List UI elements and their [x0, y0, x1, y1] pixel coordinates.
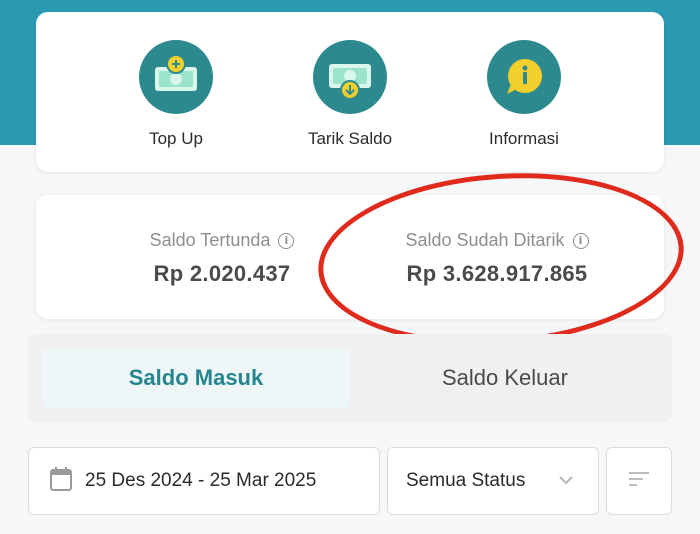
status-filter-value: Semua Status: [406, 470, 526, 491]
sort-icon: [627, 469, 651, 494]
withdraw-button[interactable]: Tarik Saldo: [280, 40, 420, 149]
calendar-icon: [49, 466, 73, 497]
annotation-circle: [312, 161, 690, 357]
date-range-text: 25 Des 2024 - 25 Mar 2025: [85, 470, 317, 491]
date-range-filter[interactable]: 25 Des 2024 - 25 Mar 2025: [28, 447, 380, 515]
top-up-label: Top Up: [149, 129, 203, 148]
balance-tabs: Saldo Masuk Saldo Keluar: [28, 334, 672, 422]
pending-balance-label: Saldo Tertunda: [149, 230, 271, 250]
info-button[interactable]: Informasi: [454, 40, 594, 149]
chevron-down-icon: [558, 472, 574, 490]
pending-balance-value: Rp 2.020.437: [153, 261, 291, 286]
withdraw-label: Tarik Saldo: [307, 129, 393, 148]
top-up-button[interactable]: Top Up: [106, 40, 246, 149]
sort-button[interactable]: [606, 447, 672, 515]
info-label: Informasi: [489, 129, 559, 148]
tab-saldo-masuk[interactable]: Saldo Masuk: [42, 348, 350, 408]
pending-balance: Saldo Tertunda i Rp 2.020.437: [122, 230, 322, 287]
info-icon: [487, 40, 561, 114]
status-filter-select[interactable]: Semua Status: [387, 447, 599, 515]
withdraw-icon: [313, 40, 387, 114]
tab-saldo-keluar[interactable]: Saldo Keluar: [352, 348, 658, 408]
info-small-icon[interactable]: i: [278, 232, 295, 249]
quick-actions-card: Top Up Tarik Saldo Informasi: [36, 12, 664, 172]
top-up-icon: [139, 40, 213, 114]
